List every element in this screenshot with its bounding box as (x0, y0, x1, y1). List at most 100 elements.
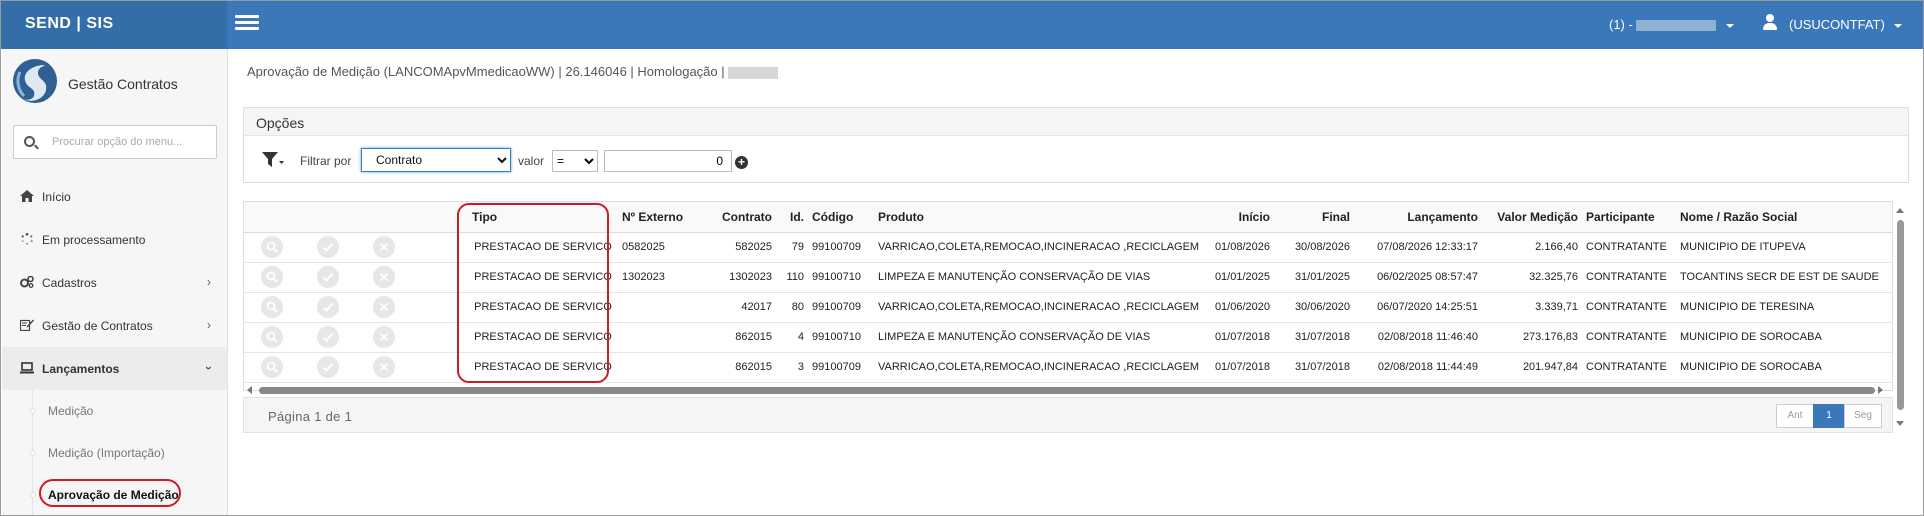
sidebar-item-lancamentos[interactable]: Lançamentos › (2, 347, 227, 390)
cell-inicio: 01/06/2020 (1204, 292, 1274, 323)
cell-participante: CONTRATANTE (1582, 292, 1676, 323)
reject-icon[interactable] (373, 236, 395, 258)
page-1-button[interactable]: 1 (1813, 404, 1845, 428)
options-title: Opções (244, 108, 1908, 136)
filter-label: Filtrar por (300, 154, 352, 168)
approve-icon[interactable] (317, 236, 339, 258)
brand-logo-text[interactable]: SEND | SIS (1, 1, 227, 49)
cell-externo (618, 352, 702, 383)
user-label: (USUCONTFAT) (1789, 17, 1885, 32)
reject-icon[interactable] (373, 266, 395, 288)
menu-search-input[interactable] (52, 134, 212, 150)
vertical-scrollbar[interactable] (1895, 206, 1905, 428)
sidebar-subitem-medicao[interactable]: Medição (2, 390, 227, 432)
sidebar-subitem-label: Medição (Importação) (48, 446, 165, 460)
cell-nome: MUNICIPIO DE SOROCABA (1676, 352, 1892, 383)
row-action (244, 322, 300, 353)
page-info: Página 1 de 1 (268, 409, 353, 424)
column-header-id[interactable]: Id. (776, 202, 808, 233)
cell-contrato: 862015 (702, 352, 776, 383)
highlight-annotation-tipo (457, 203, 609, 383)
header-spacer (356, 202, 412, 233)
filter-icon[interactable] (262, 152, 284, 168)
sidebar-subitem-medicao-importacao[interactable]: Medição (Importação) (2, 432, 227, 474)
column-header-externo[interactable]: Nº Externo (618, 202, 702, 233)
laptop-icon (20, 362, 34, 374)
cell-lancamento: 06/02/2025 08:57:47 (1354, 262, 1482, 293)
column-header-produto[interactable]: Produto (874, 202, 1204, 233)
cell-lancamento: 02/08/2018 11:46:40 (1354, 322, 1482, 353)
view-icon[interactable] (261, 296, 283, 318)
cell-codigo: 99100709 (808, 292, 874, 323)
sidebar-item-label: Início (42, 190, 71, 204)
valor-label: valor (518, 154, 545, 168)
sidebar-item-inicio[interactable]: Início (2, 175, 227, 218)
environment-masked (728, 66, 779, 79)
cell-valor: 201.947,84 (1482, 352, 1582, 383)
chevron-down-icon (1894, 23, 1903, 28)
approve-icon[interactable] (317, 326, 339, 348)
prev-page-button[interactable]: Ant (1776, 404, 1814, 428)
cell-contrato: 42017 (702, 292, 776, 323)
chevron-down-icon: › (202, 366, 216, 370)
reject-icon[interactable] (373, 356, 395, 378)
operator-select[interactable]: = (552, 150, 598, 172)
next-page-button[interactable]: Seg (1844, 404, 1882, 428)
cell-lancamento: 02/08/2018 11:44:49 (1354, 352, 1482, 383)
view-icon[interactable] (261, 236, 283, 258)
sidebar-item-label: Gestão de Contratos (42, 319, 153, 333)
cell-final: 31/07/2018 (1274, 322, 1354, 353)
menu-search[interactable] (13, 125, 217, 159)
filter-value-input[interactable] (604, 150, 732, 172)
cell-produto: VARRICAO,COLETA,REMOCAO,INCINERACAO ,REC… (874, 352, 1204, 383)
scroll-down-icon[interactable] (1896, 421, 1904, 426)
scroll-thumb[interactable] (1897, 220, 1904, 410)
cell-contrato: 582025 (702, 232, 776, 263)
column-header-inicio[interactable]: Início (1204, 202, 1274, 233)
session-masked (1636, 20, 1717, 32)
cell-codigo: 99100710 (808, 322, 874, 353)
menu-toggle-icon[interactable] (235, 15, 259, 33)
horizontal-scrollbar[interactable] (245, 385, 1885, 395)
scroll-right-icon[interactable] (1878, 386, 1883, 394)
cell-externo: 1302023 (618, 262, 702, 293)
bullet-icon (30, 450, 36, 456)
add-filter-icon[interactable]: + (735, 156, 748, 169)
filter-field-select[interactable]: Contrato (361, 148, 511, 172)
column-header-participante[interactable]: Participante (1582, 202, 1676, 233)
scroll-thumb[interactable] (259, 387, 1875, 394)
cell-codigo: 99100709 (808, 352, 874, 383)
scroll-left-icon[interactable] (247, 386, 252, 394)
column-header-valor[interactable]: Valor Medição (1482, 202, 1582, 233)
sidebar-item-cadastros[interactable]: Cadastros › (2, 261, 227, 304)
reject-icon[interactable] (373, 326, 395, 348)
column-header-codigo[interactable]: Código (808, 202, 874, 233)
cell-nome: MUNICIPIO DE TERESINA (1676, 292, 1892, 323)
approve-icon[interactable] (317, 356, 339, 378)
approve-icon[interactable] (317, 296, 339, 318)
sidebar-item-label: Lançamentos (42, 362, 120, 376)
column-header-contrato[interactable]: Contrato (702, 202, 776, 233)
cell-codigo: 99100709 (808, 232, 874, 263)
cell-valor: 32.325,76 (1482, 262, 1582, 293)
column-header-lancamento[interactable]: Lançamento (1354, 202, 1482, 233)
column-header-nome[interactable]: Nome / Razão Social (1676, 202, 1892, 233)
scroll-up-icon[interactable] (1896, 208, 1904, 213)
cell-participante: CONTRATANTE (1582, 232, 1676, 263)
cell-produto: LIMPEZA E MANUTENÇÃO CONSERVAÇÃO DE VIAS (874, 262, 1204, 293)
approve-icon[interactable] (317, 266, 339, 288)
cell-contrato: 862015 (702, 322, 776, 353)
reject-icon[interactable] (373, 296, 395, 318)
view-icon[interactable] (261, 326, 283, 348)
sidebar-item-em-processamento[interactable]: Em processamento (2, 218, 227, 261)
chevron-right-icon: › (207, 275, 211, 289)
column-header-final[interactable]: Final (1274, 202, 1354, 233)
header-spacer (244, 202, 300, 233)
cell-contrato: 1302023 (702, 262, 776, 293)
session-selector[interactable]: (1) - (1609, 17, 1735, 32)
sidebar-item-gestao-contratos[interactable]: Gestão de Contratos › (2, 304, 227, 347)
user-menu[interactable]: (USUCONTFAT) (1789, 17, 1903, 32)
view-icon[interactable] (261, 356, 283, 378)
view-icon[interactable] (261, 266, 283, 288)
cell-id: 80 (776, 292, 808, 323)
